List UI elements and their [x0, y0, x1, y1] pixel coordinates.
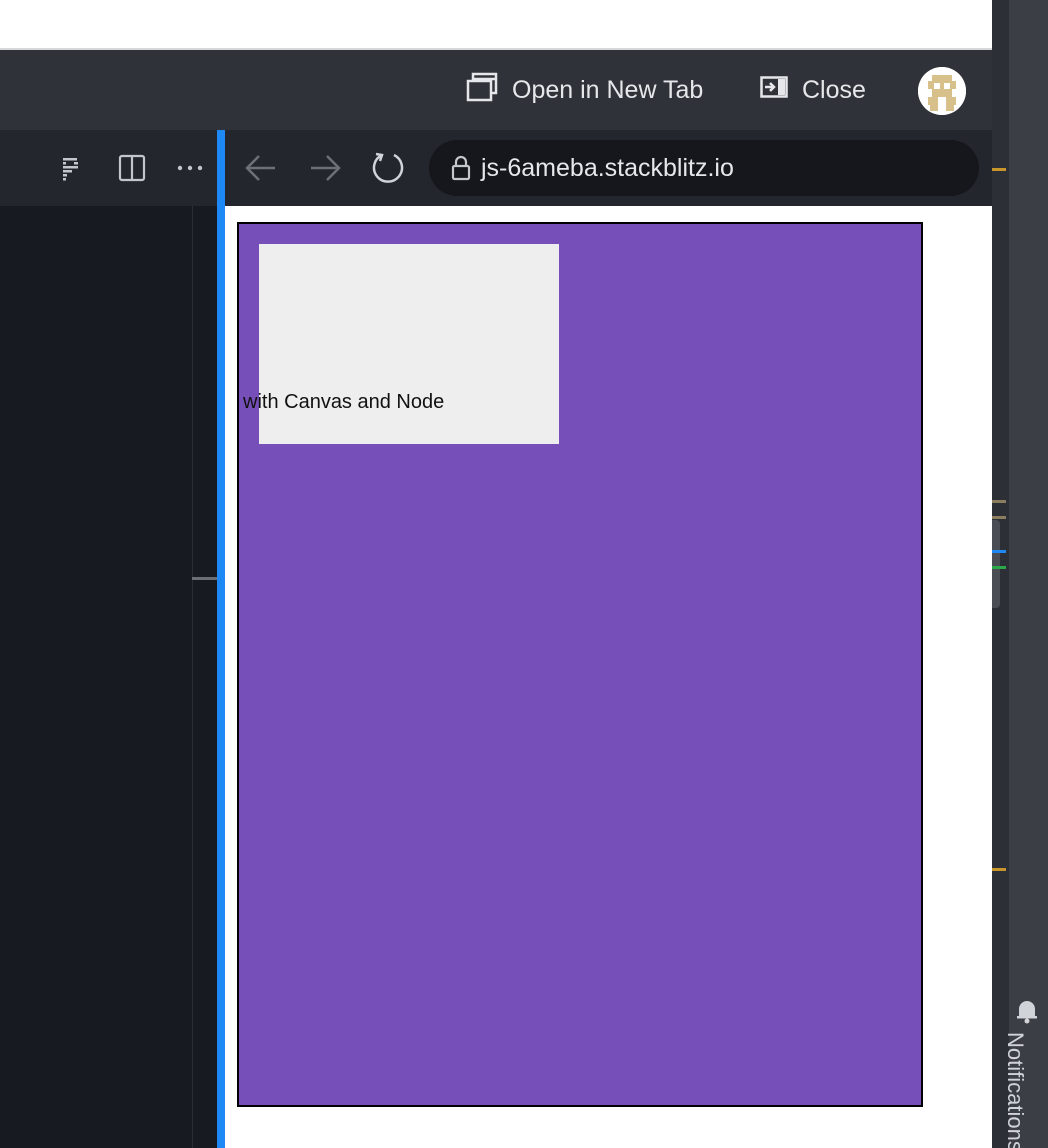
open-in-new-tab-icon — [466, 72, 498, 109]
notifications-tab[interactable]: Notifications — [1002, 1032, 1028, 1148]
bell-icon[interactable] — [1014, 998, 1040, 1024]
app-window: Open in New Tab Close js-6ameba.stackbli… — [0, 0, 1048, 1148]
top-strip — [0, 0, 992, 50]
editor-pane[interactable] — [0, 206, 217, 1148]
minimap-strip — [992, 0, 1009, 1148]
open-in-new-tab-button[interactable]: Open in New Tab — [466, 50, 703, 130]
notifications-label: Notifications — [1003, 1032, 1028, 1148]
close-label: Close — [802, 75, 866, 104]
preview-header: Open in New Tab Close — [0, 50, 992, 130]
split-editor-icon[interactable] — [116, 152, 148, 184]
pane-splitter[interactable] — [217, 130, 225, 1148]
minimap-marker — [992, 550, 1006, 553]
minimap-marker — [992, 566, 1006, 569]
editor-toolbar — [0, 130, 217, 206]
editor-sash-handle[interactable] — [192, 577, 217, 580]
lock-icon — [451, 155, 471, 181]
browser-nav-bar: js-6ameba.stackblitz.io — [225, 130, 992, 206]
preview-canvas[interactable]: with Canvas and Node — [237, 222, 923, 1107]
right-activity-bar — [1009, 0, 1048, 1148]
back-arrow-icon[interactable] — [241, 148, 281, 188]
address-bar[interactable]: js-6ameba.stackblitz.io — [429, 140, 979, 196]
preview-viewport: with Canvas and Node — [225, 206, 992, 1148]
avatar-image — [918, 67, 966, 115]
minimap-marker — [992, 868, 1006, 871]
open-in-new-tab-label: Open in New Tab — [512, 75, 704, 104]
prettier-icon[interactable] — [54, 152, 86, 184]
forward-arrow-icon[interactable] — [305, 148, 345, 188]
canvas-node — [259, 244, 559, 444]
close-panel-icon — [760, 75, 788, 105]
reload-icon[interactable] — [368, 148, 408, 188]
editor-divider — [192, 206, 193, 1148]
user-avatar[interactable] — [918, 67, 966, 115]
url-text: js-6ameba.stackblitz.io — [481, 153, 734, 182]
minimap-marker — [992, 500, 1006, 503]
minimap-marker — [992, 516, 1006, 519]
close-preview-button[interactable]: Close — [760, 50, 866, 130]
node-text: with Canvas and Node — [243, 391, 445, 413]
minimap-slider[interactable] — [992, 520, 1000, 608]
minimap-marker — [992, 168, 1006, 171]
more-icon[interactable] — [174, 152, 206, 184]
